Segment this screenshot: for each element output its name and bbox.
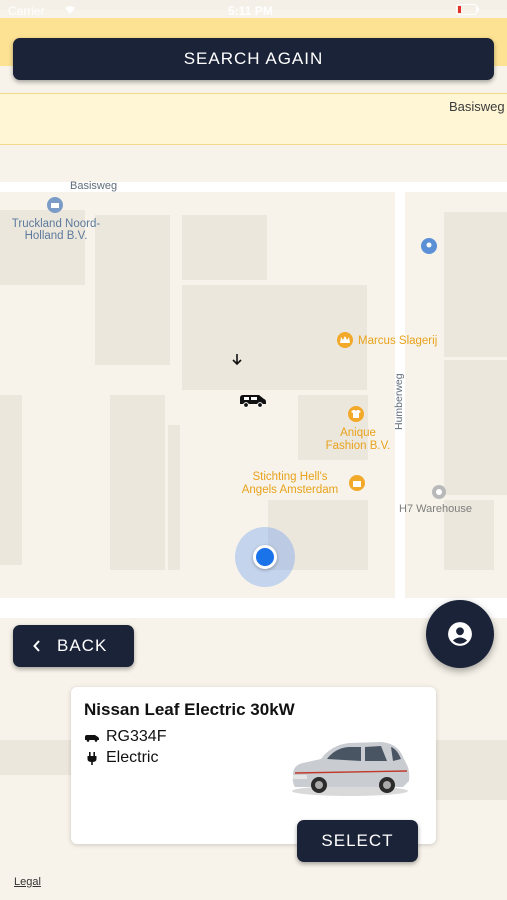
crown-pin-icon[interactable]	[337, 332, 353, 348]
wifi-icon	[64, 4, 76, 18]
profile-button[interactable]	[426, 600, 494, 668]
map-building	[168, 425, 180, 570]
shirt-pin-icon[interactable]	[348, 406, 364, 422]
street-label-humberweg: Humberweg	[393, 373, 405, 430]
vehicle-marker-icon[interactable]	[238, 392, 268, 413]
back-label: BACK	[57, 636, 108, 655]
map-building	[0, 740, 72, 775]
plate-row: RG334F	[84, 728, 166, 746]
back-button[interactable]: BACK	[13, 625, 134, 667]
account-circle-icon	[447, 621, 473, 647]
vehicle-plate: RG334F	[106, 728, 167, 745]
poi-label-h7: H7 Warehouse	[399, 503, 472, 515]
street-label-basisweg: Basisweg	[70, 180, 118, 192]
shop-pin-icon[interactable]	[349, 475, 365, 491]
fuel-row: Electric	[84, 749, 158, 767]
map-building	[436, 740, 507, 800]
map-building	[110, 395, 165, 570]
vehicle-name: Nissan Leaf Electric 30kW	[84, 700, 295, 719]
vehicle-image	[287, 737, 413, 804]
plug-icon	[84, 751, 100, 765]
poi-label-marcus: Marcus Slagerij	[358, 335, 438, 347]
carrier-label: Carrier	[8, 4, 45, 18]
map-building	[182, 215, 267, 280]
warehouse-pin-icon[interactable]	[432, 485, 446, 499]
map-building	[444, 360, 507, 495]
poi-label-anique: Anique Fashion B.V.	[325, 427, 391, 452]
street-label-top: Basisweg	[449, 99, 505, 114]
info-pin-icon[interactable]	[421, 238, 437, 254]
map-building	[0, 395, 22, 565]
vehicle-fuel: Electric	[106, 749, 159, 766]
current-location-icon	[235, 527, 295, 587]
legal-link[interactable]: Legal	[14, 876, 41, 888]
battery-icon	[456, 4, 480, 18]
select-button[interactable]: SELECT	[297, 820, 418, 862]
map-building	[444, 212, 507, 357]
car-icon	[84, 733, 100, 742]
chevron-left-icon	[33, 640, 41, 652]
arrow-down-icon	[231, 353, 243, 371]
map-road-major	[0, 93, 507, 145]
poi-label-truckland: Truckland Noord- Holland B.V.	[11, 218, 101, 242]
poi-label-stichting: Stichting Hell's Angels Amsterdam	[241, 471, 339, 496]
status-bar: Carrier 5:11 PM	[0, 0, 507, 22]
clock-label: 5:11 PM	[228, 4, 273, 18]
business-pin-icon[interactable]	[47, 197, 63, 213]
search-again-button[interactable]: SEARCH AGAIN	[13, 38, 494, 80]
